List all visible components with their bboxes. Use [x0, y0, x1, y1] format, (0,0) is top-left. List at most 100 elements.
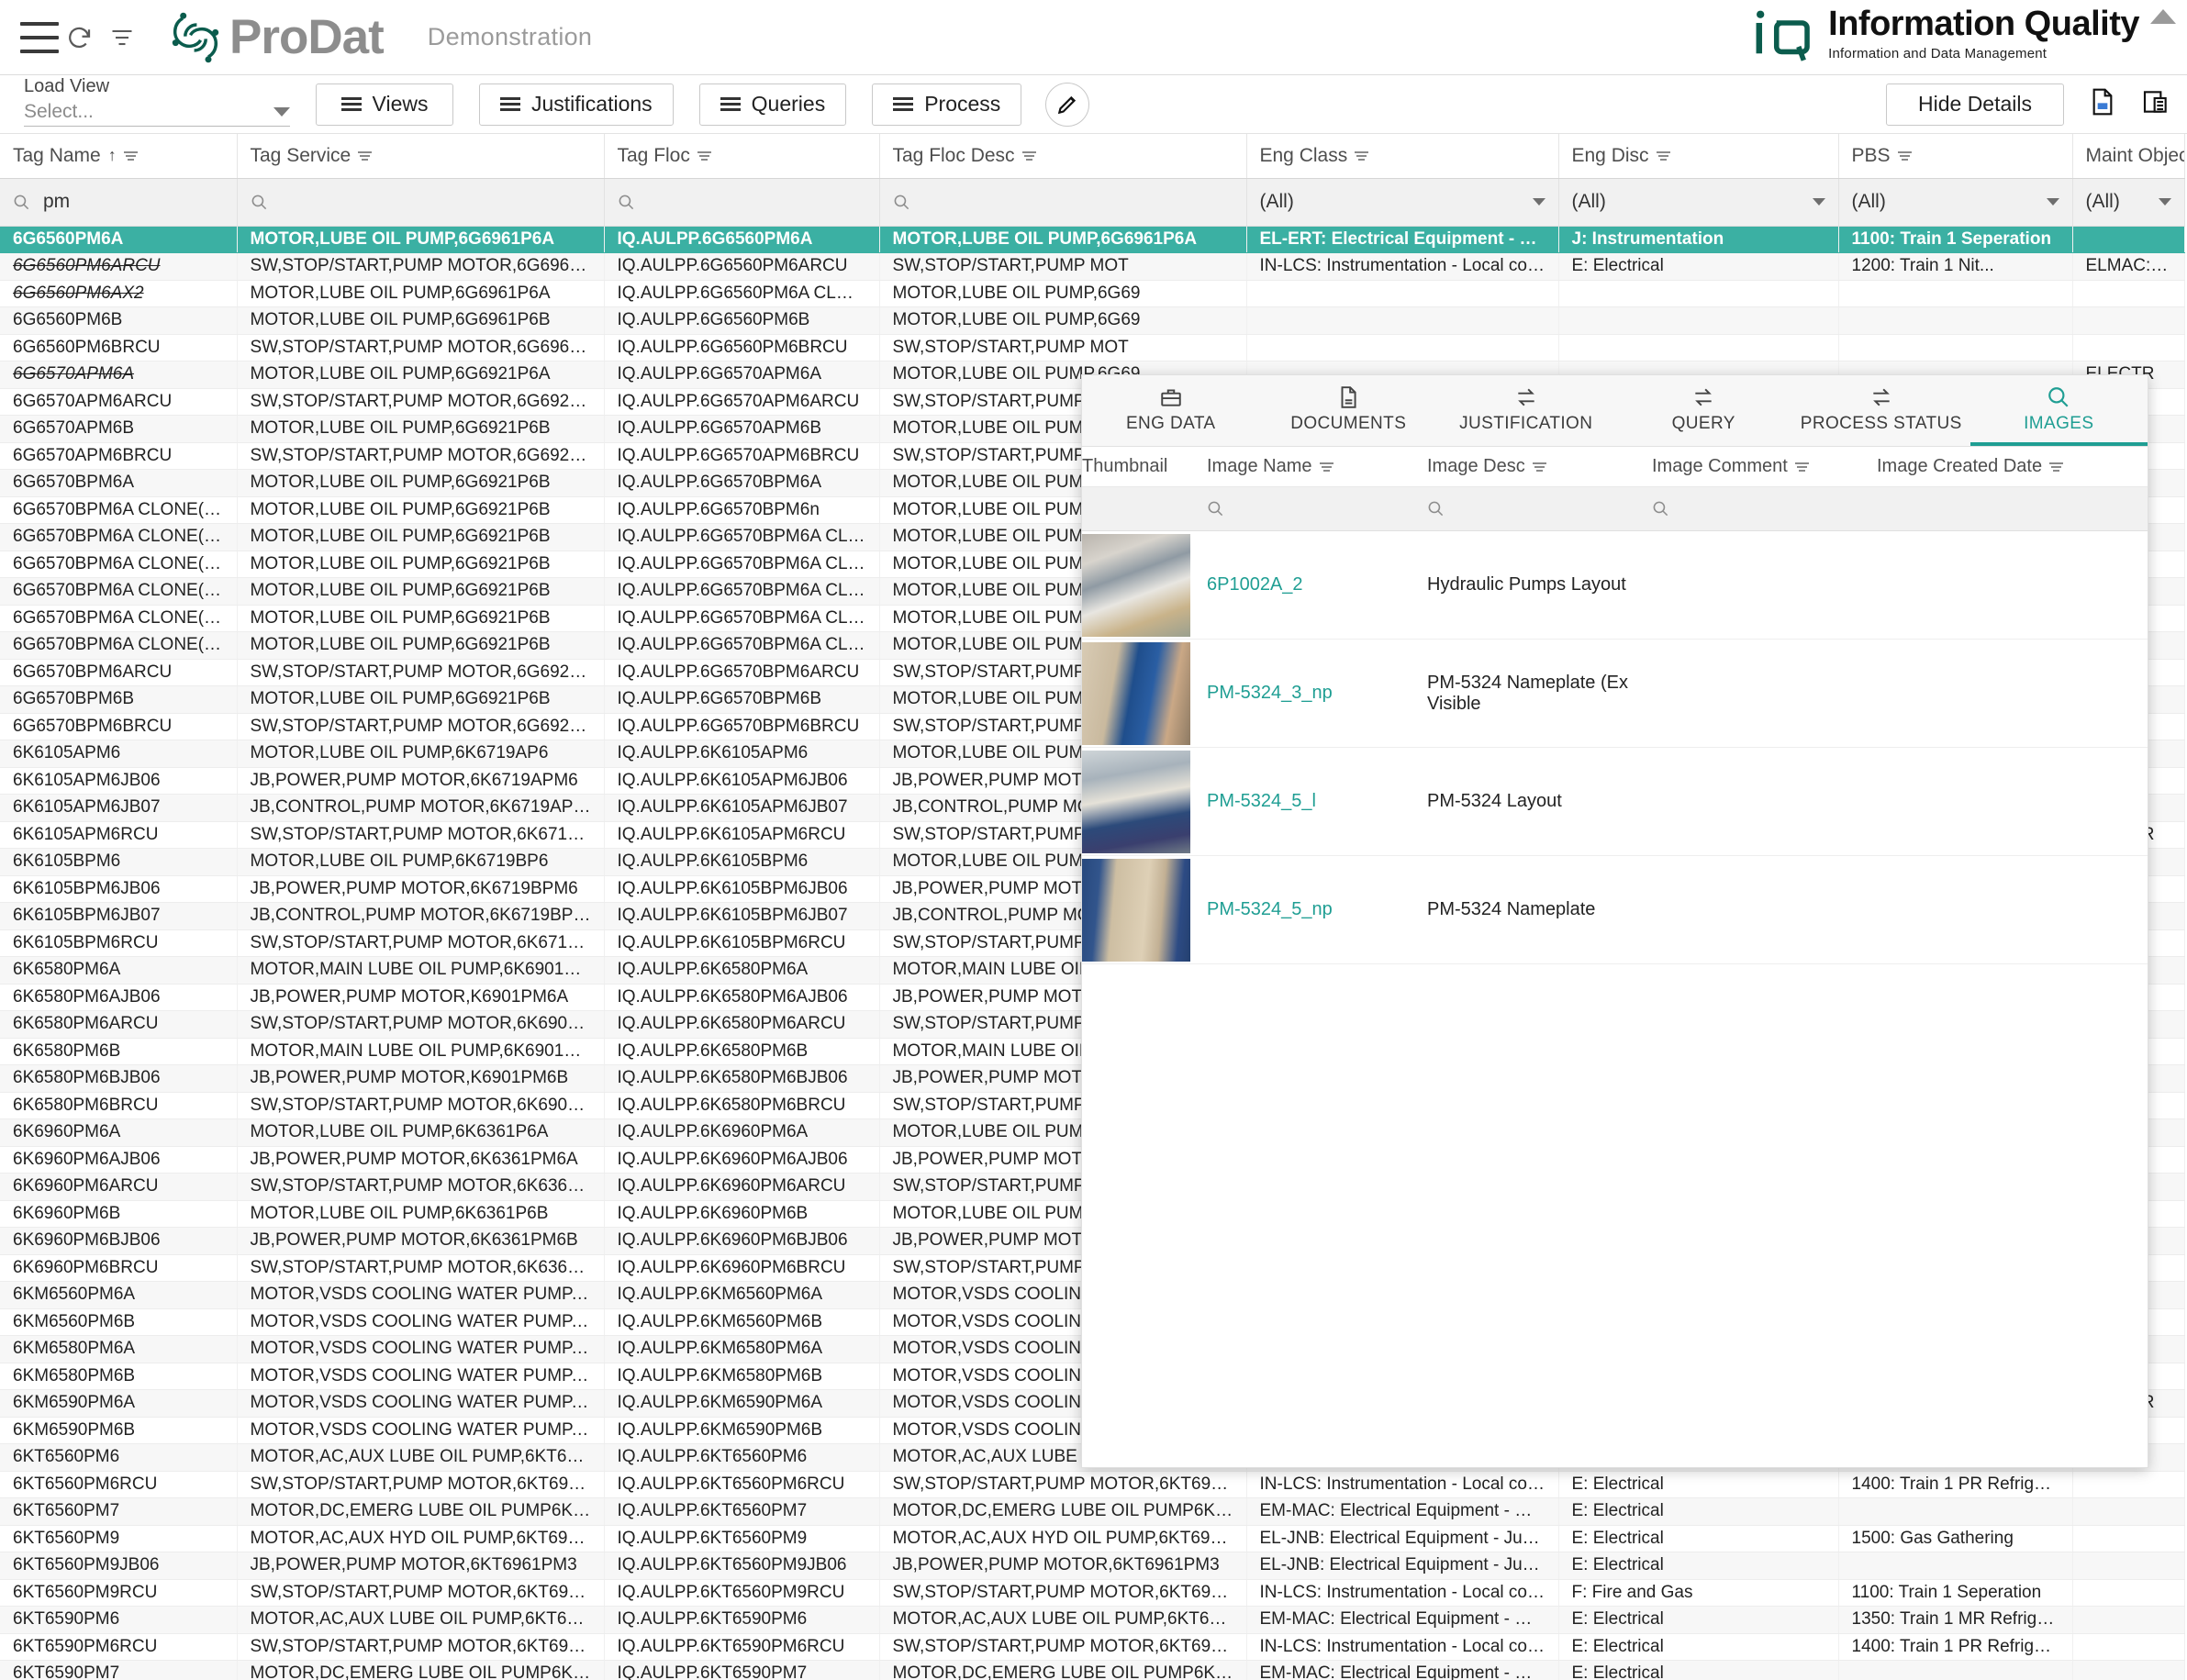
cell-tag_floc: IQ.AULPP.6G6570BPM6n: [604, 496, 880, 524]
tab-documents[interactable]: DOCUMENTS: [1260, 375, 1438, 446]
table-row[interactable]: 6KT6590PM7 MOTOR,DC,EMERG LUBE OIL PUMP6K…: [0, 1660, 2185, 1680]
filter-icon[interactable]: [1897, 150, 1912, 161]
filter-icon[interactable]: [1021, 150, 1036, 161]
hide-details-button[interactable]: Hide Details: [1886, 83, 2064, 126]
views-button[interactable]: Views: [316, 83, 453, 126]
filter-icon[interactable]: [101, 17, 143, 59]
caret-up-icon[interactable]: [2150, 9, 2176, 24]
queries-button[interactable]: Queries: [698, 83, 847, 126]
justifications-button[interactable]: Justifications: [479, 83, 674, 126]
image-name-link[interactable]: PM-5324_5_l: [1207, 791, 1316, 811]
nameplate-blue-photo[interactable]: [1082, 641, 1190, 745]
filter-icon[interactable]: [1355, 150, 1369, 161]
column-header-eng_disc[interactable]: Eng Disc: [1558, 134, 1839, 179]
filter-icon[interactable]: [1532, 462, 1546, 472]
column-header-maint_object_type[interactable]: Maint Object Typ: [2072, 134, 2185, 179]
image-row[interactable]: PM-5324_3_np PM-5324 Nameplate (Ex Visibl…: [1082, 640, 2148, 748]
pump-cabinet-photo[interactable]: [1082, 533, 1190, 637]
column-filter-tag_floc_desc[interactable]: [879, 178, 1247, 227]
table-row[interactable]: 6KT6590PM6RCU SW,STOP/START,PUMP MOTOR,6K…: [0, 1633, 2185, 1661]
cell-eng_disc: E: Electrical: [1558, 1606, 1839, 1634]
justifications-label: Justifications: [531, 92, 653, 116]
column-header-tag_floc[interactable]: Tag Floc: [604, 134, 880, 179]
column-filter-pbs[interactable]: (All): [1838, 178, 2073, 227]
thumbnail-cell[interactable]: [1082, 641, 1190, 745]
filter-value: (All): [1851, 191, 1886, 212]
tab-label: JUSTIFICATION: [1459, 413, 1593, 433]
document-export-icon[interactable]: [2088, 87, 2117, 121]
pencil-icon[interactable]: [1045, 82, 1090, 127]
filter-icon[interactable]: [358, 150, 373, 161]
column-header-tag_name[interactable]: Tag Name ↑: [0, 134, 238, 179]
image-desc-search-input[interactable]: [1411, 500, 1635, 517]
column-filter-maint_object_type[interactable]: (All): [2072, 178, 2185, 227]
filter-icon[interactable]: [697, 150, 711, 161]
image-row[interactable]: PM-5324_5_l PM-5324 Layout: [1082, 748, 2148, 856]
image-name-search-input[interactable]: [1190, 500, 1411, 517]
table-row[interactable]: 6G6560PM6BRCU SW,STOP/START,PUMP MOTOR,6G…: [0, 334, 2185, 362]
copy-page-icon[interactable]: [2141, 87, 2170, 121]
tab-justification[interactable]: JUSTIFICATION: [1437, 375, 1615, 446]
image-name-link[interactable]: PM-5324_5_np: [1207, 899, 1333, 919]
cell-tag_name: 6KT6590PM7: [0, 1660, 238, 1680]
hamburger-icon[interactable]: [20, 21, 59, 53]
cell-eng_disc: E: Electrical: [1558, 1660, 1839, 1680]
image-name-cell[interactable]: PM-5324_5_l: [1190, 791, 1411, 812]
column-filter-eng_class[interactable]: (All): [1246, 178, 1559, 227]
filter-icon[interactable]: [2049, 462, 2064, 472]
column-filter-tag_service[interactable]: [237, 178, 605, 227]
tab-eng-data[interactable]: ENG DATA: [1082, 375, 1260, 446]
table-row[interactable]: 6KT6560PM9RCU SW,STOP/START,PUMP MOTOR,6K…: [0, 1579, 2185, 1607]
column-header-pbs[interactable]: PBS: [1838, 134, 2073, 179]
pipes-layout-photo[interactable]: [1082, 750, 1190, 853]
image-name-cell[interactable]: PM-5324_5_np: [1190, 899, 1411, 920]
image-row[interactable]: PM-5324_5_np PM-5324 Nameplate: [1082, 856, 2148, 964]
tab-query[interactable]: QUERY: [1615, 375, 1793, 446]
process-button[interactable]: Process: [872, 83, 1022, 126]
cell-maint_object_type: [2072, 1525, 2185, 1552]
cell-eng_disc: E: Electrical: [1558, 1471, 1839, 1498]
filter-icon[interactable]: [1319, 462, 1333, 472]
images-filter-row[interactable]: [1082, 487, 2148, 531]
search-icon: [251, 195, 266, 209]
nameplate-plate-photo[interactable]: [1082, 858, 1190, 962]
col-image-name: Image Name: [1190, 456, 1411, 477]
sort-ascending-icon[interactable]: ↑: [108, 146, 117, 165]
cell-tag_floc: IQ.AULPP.6G6570APM6ARCU: [604, 388, 880, 416]
column-filter-tag_floc[interactable]: [604, 178, 880, 227]
table-row[interactable]: 6KT6590PM6 MOTOR,AC,AUX LUBE OIL PUMP,6KT…: [0, 1606, 2185, 1634]
thumbnail-cell[interactable]: [1082, 533, 1190, 637]
image-row[interactable]: 6P1002A_2 Hydraulic Pumps Layout: [1082, 531, 2148, 640]
thumbnail-cell[interactable]: [1082, 858, 1190, 962]
thumbnail-cell[interactable]: [1082, 750, 1190, 853]
table-filter-row[interactable]: pm (All) (All) (All) (All): [0, 178, 2185, 227]
column-header-tag_service[interactable]: Tag Service: [237, 134, 605, 179]
filter-icon[interactable]: [1794, 462, 1809, 472]
table-row[interactable]: 6G6560PM6AX2 MOTOR,LUBE OIL PUMP,6G6961P6…: [0, 280, 2185, 307]
table-row[interactable]: 6G6560PM6ARCU SW,STOP/START,PUMP MOTOR,6G…: [0, 252, 2185, 281]
column-filter-eng_disc[interactable]: (All): [1558, 178, 1839, 227]
image-name-cell[interactable]: PM-5324_3_np: [1190, 683, 1411, 704]
filter-icon[interactable]: [123, 150, 138, 161]
table-row[interactable]: 6G6560PM6B MOTOR,LUBE OIL PUMP,6G6961P6B I…: [0, 306, 2185, 335]
table-row[interactable]: 6KT6560PM6RCU SW,STOP/START,PUMP MOTOR,6K…: [0, 1471, 2185, 1498]
refresh-icon[interactable]: [59, 17, 101, 59]
column-header-tag_floc_desc[interactable]: Tag Floc Desc: [879, 134, 1247, 179]
image-name-link[interactable]: 6P1002A_2: [1207, 574, 1303, 595]
column-label: Tag Name: [13, 144, 101, 166]
filter-icon[interactable]: [1656, 150, 1670, 161]
tab-process-status[interactable]: PROCESS STATUS: [1792, 375, 1970, 446]
cell-pbs: [1838, 306, 2073, 335]
table-row[interactable]: 6KT6560PM7 MOTOR,DC,EMERG LUBE OIL PUMP6K…: [0, 1497, 2185, 1526]
image-name-cell[interactable]: 6P1002A_2: [1190, 574, 1411, 595]
column-header-eng_class[interactable]: Eng Class: [1246, 134, 1559, 179]
table-row[interactable]: 6KT6560PM9 MOTOR,AC,AUX HYD OIL PUMP,6KT6…: [0, 1525, 2185, 1552]
image-name-link[interactable]: PM-5324_3_np: [1207, 683, 1333, 703]
table-row[interactable]: 6KT6560PM9JB06 JB,POWER,PUMP MOTOR,6KT696…: [0, 1552, 2185, 1580]
cell-maint_object_type: [2072, 1579, 2185, 1607]
image-comment-search-input[interactable]: [1635, 500, 1860, 517]
load-view-select[interactable]: Load View Select...: [24, 76, 290, 127]
table-row[interactable]: 6G6560PM6A MOTOR,LUBE OIL PUMP,6G6961P6A I…: [0, 226, 2185, 253]
tab-images[interactable]: IMAGES: [1969, 375, 2148, 446]
column-filter-tag_name[interactable]: pm: [0, 178, 238, 227]
